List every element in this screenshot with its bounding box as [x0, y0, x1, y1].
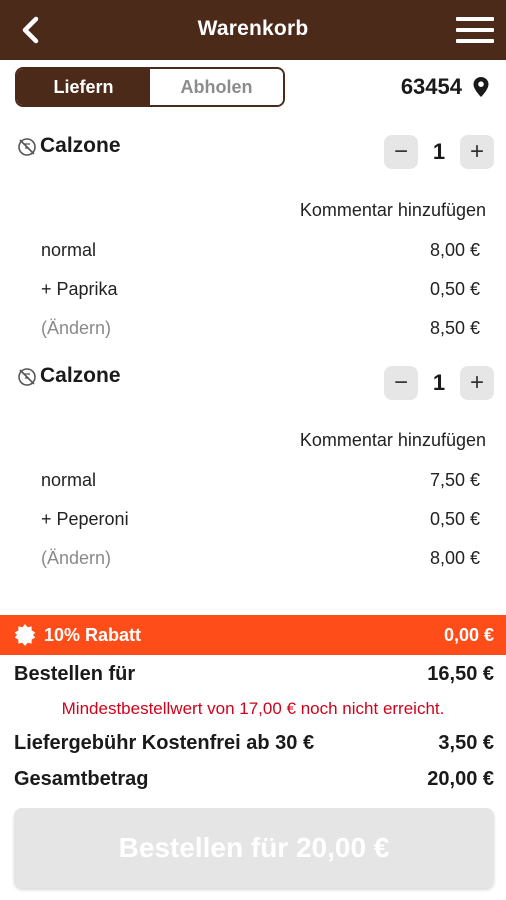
app-header: Warenkorb [0, 0, 506, 60]
item-line-label: normal [41, 470, 97, 490]
item-quantity: 1 [432, 370, 446, 395]
total-value: 20,00 € [427, 768, 494, 790]
edit-item-link[interactable]: (Ändern) [41, 318, 111, 339]
order-subtotal-row: Bestellen für 16,50 € [14, 663, 494, 686]
order-subtotal-value: 16,50 € [427, 663, 494, 685]
item-line-price: 0,50 € [429, 509, 480, 529]
total-label: Gesamtbetrag [14, 768, 149, 790]
item-line: (Ändern) 8,50 € [41, 318, 480, 339]
no-symbol-icon [18, 368, 36, 386]
place-order-button[interactable]: Bestellen für 20,00 € [14, 808, 494, 888]
item-line-price: 0,50 € [429, 279, 480, 299]
item-line: (Ändern) 8,00 € [41, 548, 480, 569]
page-title: Warenkorb [197, 17, 309, 40]
menu-button[interactable] [456, 15, 494, 45]
item-subtotal: 8,00 € [429, 548, 480, 568]
delivery-fee-row: Liefergebühr Kostenfrei ab 30 € 3,50 € [14, 732, 494, 755]
item-line-label: + Peperoni [41, 509, 129, 529]
badge-icon [14, 624, 36, 646]
order-subtotal-label: Bestellen für [14, 663, 136, 685]
delivery-mode-toggle: Liefern Abholen [15, 67, 285, 107]
total-row: Gesamtbetrag 20,00 € [14, 768, 494, 791]
item-line-label: + Paprika [41, 279, 118, 299]
quantity-stepper: − 1 + [384, 135, 494, 169]
discount-label: 10% Rabatt [44, 624, 142, 645]
map-pin-icon [473, 77, 489, 97]
item-line: normal 8,00 € [41, 240, 480, 261]
cart-item-title: Calzone [16, 134, 121, 158]
deliver-tab[interactable]: Liefern [17, 69, 150, 105]
increase-quantity-button[interactable]: + [460, 135, 494, 169]
item-line-price: 8,00 € [429, 240, 480, 260]
item-subtotal: 8,50 € [429, 318, 480, 338]
item-name: Calzone [40, 364, 121, 387]
edit-item-link[interactable]: (Ändern) [41, 548, 111, 569]
delivery-fee-label: Liefergebühr Kostenfrei ab 30 € [14, 732, 315, 754]
hamburger-menu-icon [456, 17, 494, 21]
zip-code: 63454 [400, 74, 462, 99]
add-comment-link[interactable]: Kommentar hinzufügen [300, 430, 486, 451]
pickup-tab[interactable]: Abholen [150, 69, 283, 105]
delivery-fee-value: 3,50 € [438, 732, 494, 754]
item-quantity: 1 [432, 139, 446, 164]
min-order-warning: Mindestbestellwert von 17,00 € noch nich… [61, 699, 445, 718]
discount-bar: 10% Rabatt 0,00 € [0, 615, 506, 655]
item-line: normal 7,50 € [41, 470, 480, 491]
discount-value: 0,00 € [443, 624, 494, 645]
increase-quantity-button[interactable]: + [460, 366, 494, 400]
add-comment-link[interactable]: Kommentar hinzufügen [300, 200, 486, 221]
quantity-stepper: − 1 + [384, 366, 494, 400]
item-line-price: 7,50 € [429, 470, 480, 490]
item-name: Calzone [40, 134, 121, 157]
item-line: + Peperoni 0,50 € [41, 509, 480, 530]
no-symbol-icon [18, 138, 36, 156]
decrease-quantity-button[interactable]: − [384, 135, 418, 169]
decrease-quantity-button[interactable]: − [384, 366, 418, 400]
item-line-label: normal [41, 240, 97, 260]
delivery-location[interactable]: 63454 [401, 70, 490, 104]
item-line: + Paprika 0,50 € [41, 279, 480, 300]
cart-item-title: Calzone [16, 364, 121, 388]
